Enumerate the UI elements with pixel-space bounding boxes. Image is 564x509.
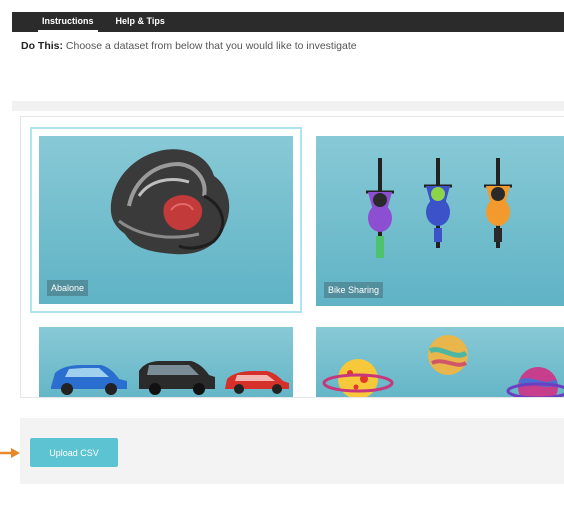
dataset-grid: Abalone Bike Sharing (20, 116, 564, 398)
dataset-label-abalone: Abalone (47, 280, 89, 296)
dataset-card-image: Bike Sharing (316, 136, 564, 306)
dataset-card-bike-sharing[interactable]: Bike Sharing (316, 136, 564, 306)
dataset-card-planets[interactable] (316, 327, 564, 397)
cyclists-icon (366, 158, 512, 258)
arrow-right-icon (0, 448, 20, 458)
dataset-card-image: Abalone (39, 136, 293, 304)
instruction-text: Do This: Choose a dataset from below tha… (21, 40, 357, 52)
dataset-card-image (39, 327, 293, 397)
planets-icon (322, 335, 564, 397)
tab-help-tips[interactable]: Help & Tips (108, 12, 173, 32)
upload-csv-button[interactable]: Upload CSV (30, 438, 118, 467)
top-tab-bar: Instructions Help & Tips (12, 12, 564, 32)
dataset-card-image (316, 327, 564, 397)
dataset-label-bike-sharing: Bike Sharing (324, 282, 384, 298)
section-divider (12, 101, 564, 111)
dataset-card-cars[interactable] (39, 327, 293, 397)
abalone-icon (110, 149, 230, 255)
dataset-card-abalone[interactable]: Abalone (30, 127, 302, 313)
instruction-body: Choose a dataset from below that you wou… (65, 40, 357, 52)
tab-instructions[interactable]: Instructions (34, 12, 102, 32)
cars-icon (51, 361, 289, 395)
instruction-prefix: Do This: (21, 40, 63, 52)
